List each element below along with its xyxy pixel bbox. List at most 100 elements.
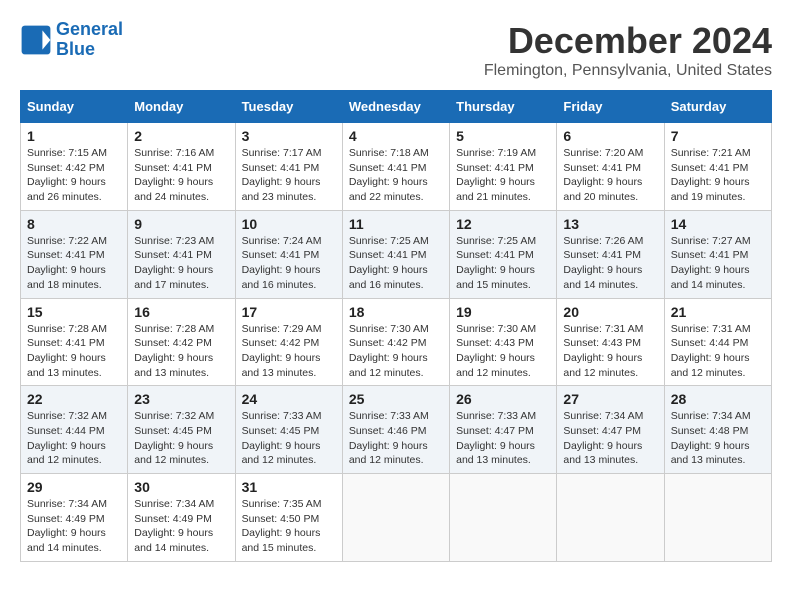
day-info: Sunrise: 7:25 AMSunset: 4:41 PMDaylight:…: [349, 234, 443, 293]
day-number: 10: [242, 216, 336, 232]
calendar-cell: 12 Sunrise: 7:25 AMSunset: 4:41 PMDayligh…: [450, 210, 557, 298]
day-number: 23: [134, 391, 228, 407]
day-number: 4: [349, 128, 443, 144]
calendar-cell: 8Sunrise: 7:22 AMSunset: 4:41 PMDaylight…: [21, 210, 128, 298]
day-number: 12: [456, 216, 550, 232]
logo-line1: General: [56, 19, 123, 39]
calendar-cell: 2 Sunrise: 7:16 AMSunset: 4:41 PMDaylight…: [128, 123, 235, 211]
logo-icon: [20, 24, 52, 56]
day-info: Sunrise: 7:27 AMSunset: 4:41 PMDaylight:…: [671, 234, 765, 293]
week-row-3: 15Sunrise: 7:28 AMSunset: 4:41 PMDayligh…: [21, 298, 772, 386]
day-number: 21: [671, 304, 765, 320]
day-number: 6: [563, 128, 657, 144]
day-number: 16: [134, 304, 228, 320]
calendar-cell: 10Sunrise: 7:24 AMSunset: 4:41 PMDayligh…: [235, 210, 342, 298]
logo: General Blue: [20, 20, 123, 60]
calendar-cell: 22 Sunrise: 7:32 AMSunset: 4:44 PMDayligh…: [21, 386, 128, 474]
calendar-cell: 24 Sunrise: 7:33 AMSunset: 4:45 PMDayligh…: [235, 386, 342, 474]
calendar-cell: 9Sunrise: 7:23 AMSunset: 4:41 PMDaylight…: [128, 210, 235, 298]
calendar-cell: [664, 474, 771, 562]
calendar-cell: 29 Sunrise: 7:34 AMSunset: 4:49 PMDayligh…: [21, 474, 128, 562]
day-number: 27: [563, 391, 657, 407]
week-row-4: 22 Sunrise: 7:32 AMSunset: 4:44 PMDayligh…: [21, 386, 772, 474]
day-info: Sunrise: 7:33 AMSunset: 4:45 PMDaylight:…: [242, 409, 336, 468]
calendar-cell: 25 Sunrise: 7:33 AMSunset: 4:46 PMDayligh…: [342, 386, 449, 474]
day-info: Sunrise: 7:32 AMSunset: 4:45 PMDaylight:…: [134, 409, 228, 468]
day-info: Sunrise: 7:22 AMSunset: 4:41 PMDaylight:…: [27, 234, 121, 293]
day-number: 29: [27, 479, 121, 495]
week-row-5: 29 Sunrise: 7:34 AMSunset: 4:49 PMDayligh…: [21, 474, 772, 562]
day-number: 22: [27, 391, 121, 407]
calendar-cell: 27 Sunrise: 7:34 AMSunset: 4:47 PMDayligh…: [557, 386, 664, 474]
day-number: 19: [456, 304, 550, 320]
calendar-cell: 23 Sunrise: 7:32 AMSunset: 4:45 PMDayligh…: [128, 386, 235, 474]
day-info: Sunrise: 7:35 AMSunset: 4:50 PMDaylight:…: [242, 497, 336, 556]
calendar-cell: 3 Sunrise: 7:17 AMSunset: 4:41 PMDaylight…: [235, 123, 342, 211]
day-info: Sunrise: 7:17 AMSunset: 4:41 PMDaylight:…: [242, 146, 336, 205]
day-number: 7: [671, 128, 765, 144]
day-info: Sunrise: 7:34 AMSunset: 4:48 PMDaylight:…: [671, 409, 765, 468]
weekday-header-friday: Friday: [557, 91, 664, 123]
calendar-cell: 31 Sunrise: 7:35 AMSunset: 4:50 PMDayligh…: [235, 474, 342, 562]
day-info: Sunrise: 7:34 AMSunset: 4:47 PMDaylight:…: [563, 409, 657, 468]
logo-text: General Blue: [56, 20, 123, 60]
month-year: December 2024: [484, 20, 772, 62]
calendar-cell: 7 Sunrise: 7:21 AMSunset: 4:41 PMDaylight…: [664, 123, 771, 211]
day-info: Sunrise: 7:30 AMSunset: 4:43 PMDaylight:…: [456, 322, 550, 381]
day-info: Sunrise: 7:25 AMSunset: 4:41 PMDaylight:…: [456, 234, 550, 293]
day-info: Sunrise: 7:30 AMSunset: 4:42 PMDaylight:…: [349, 322, 443, 381]
logo-line2: Blue: [56, 39, 95, 59]
calendar-cell: 4Sunrise: 7:18 AMSunset: 4:41 PMDaylight…: [342, 123, 449, 211]
weekday-header-monday: Monday: [128, 91, 235, 123]
day-info: Sunrise: 7:19 AMSunset: 4:41 PMDaylight:…: [456, 146, 550, 205]
day-info: Sunrise: 7:21 AMSunset: 4:41 PMDaylight:…: [671, 146, 765, 205]
calendar-cell: 28 Sunrise: 7:34 AMSunset: 4:48 PMDayligh…: [664, 386, 771, 474]
day-number: 18: [349, 304, 443, 320]
day-info: Sunrise: 7:20 AMSunset: 4:41 PMDaylight:…: [563, 146, 657, 205]
calendar-cell: 15Sunrise: 7:28 AMSunset: 4:41 PMDayligh…: [21, 298, 128, 386]
day-number: 11: [349, 216, 443, 232]
day-number: 25: [349, 391, 443, 407]
day-number: 24: [242, 391, 336, 407]
day-info: Sunrise: 7:16 AMSunset: 4:41 PMDaylight:…: [134, 146, 228, 205]
calendar-cell: 16Sunrise: 7:28 AMSunset: 4:42 PMDayligh…: [128, 298, 235, 386]
calendar-cell: 21Sunrise: 7:31 AMSunset: 4:44 PMDayligh…: [664, 298, 771, 386]
day-number: 13: [563, 216, 657, 232]
day-number: 2: [134, 128, 228, 144]
day-info: Sunrise: 7:26 AMSunset: 4:41 PMDaylight:…: [563, 234, 657, 293]
calendar-cell: 26Sunrise: 7:33 AMSunset: 4:47 PMDayligh…: [450, 386, 557, 474]
day-number: 17: [242, 304, 336, 320]
calendar-cell: [450, 474, 557, 562]
day-info: Sunrise: 7:33 AMSunset: 4:47 PMDaylight:…: [456, 409, 550, 468]
day-number: 14: [671, 216, 765, 232]
calendar-table: SundayMondayTuesdayWednesdayThursdayFrid…: [20, 90, 772, 562]
weekday-header-row: SundayMondayTuesdayWednesdayThursdayFrid…: [21, 91, 772, 123]
day-info: Sunrise: 7:29 AMSunset: 4:42 PMDaylight:…: [242, 322, 336, 381]
week-row-1: 1 Sunrise: 7:15 AMSunset: 4:42 PMDaylight…: [21, 123, 772, 211]
calendar-cell: 5Sunrise: 7:19 AMSunset: 4:41 PMDaylight…: [450, 123, 557, 211]
day-info: Sunrise: 7:15 AMSunset: 4:42 PMDaylight:…: [27, 146, 121, 205]
calendar-cell: 13 Sunrise: 7:26 AMSunset: 4:41 PMDayligh…: [557, 210, 664, 298]
calendar-cell: 11 Sunrise: 7:25 AMSunset: 4:41 PMDayligh…: [342, 210, 449, 298]
calendar-cell: 1 Sunrise: 7:15 AMSunset: 4:42 PMDaylight…: [21, 123, 128, 211]
day-info: Sunrise: 7:23 AMSunset: 4:41 PMDaylight:…: [134, 234, 228, 293]
day-info: Sunrise: 7:33 AMSunset: 4:46 PMDaylight:…: [349, 409, 443, 468]
day-number: 30: [134, 479, 228, 495]
calendar-cell: [342, 474, 449, 562]
day-number: 1: [27, 128, 121, 144]
weekday-header-sunday: Sunday: [21, 91, 128, 123]
calendar-cell: 14 Sunrise: 7:27 AMSunset: 4:41 PMDayligh…: [664, 210, 771, 298]
header: General Blue December 2024 Flemington, P…: [20, 20, 772, 80]
day-info: Sunrise: 7:34 AMSunset: 4:49 PMDaylight:…: [27, 497, 121, 556]
calendar-cell: 6 Sunrise: 7:20 AMSunset: 4:41 PMDaylight…: [557, 123, 664, 211]
day-number: 3: [242, 128, 336, 144]
day-info: Sunrise: 7:32 AMSunset: 4:44 PMDaylight:…: [27, 409, 121, 468]
day-number: 28: [671, 391, 765, 407]
day-number: 31: [242, 479, 336, 495]
weekday-header-thursday: Thursday: [450, 91, 557, 123]
week-row-2: 8Sunrise: 7:22 AMSunset: 4:41 PMDaylight…: [21, 210, 772, 298]
calendar-cell: 19 Sunrise: 7:30 AMSunset: 4:43 PMDayligh…: [450, 298, 557, 386]
day-info: Sunrise: 7:34 AMSunset: 4:49 PMDaylight:…: [134, 497, 228, 556]
calendar-cell: 18 Sunrise: 7:30 AMSunset: 4:42 PMDayligh…: [342, 298, 449, 386]
location: Flemington, Pennsylvania, United States: [484, 62, 772, 80]
